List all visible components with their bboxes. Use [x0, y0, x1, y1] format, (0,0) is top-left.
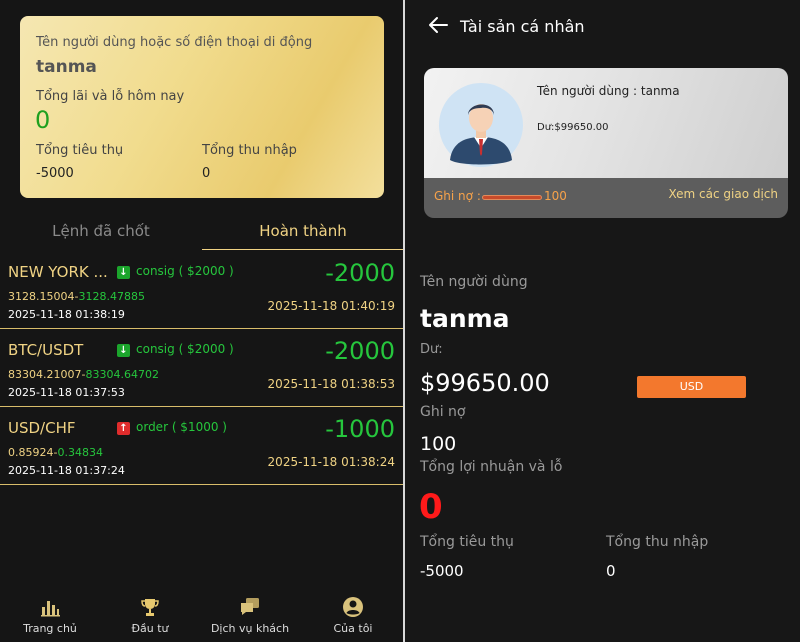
user-icon — [343, 597, 363, 617]
order-type: order ( $1000 ) — [136, 420, 227, 434]
summary-pnl-label: Tổng lãi và lỗ hôm nay — [36, 89, 185, 104]
nav-profile[interactable]: Của tôi — [303, 590, 403, 642]
page-title: Tài sản cá nhân — [460, 17, 585, 36]
order-close-time: 2025-11-18 01:38:24 — [267, 455, 395, 469]
order-close-price: 3128.47885 — [78, 290, 145, 303]
order-tabs: Lệnh đã chốt Hoàn thành — [0, 214, 404, 251]
arrow-down-icon: ↓ — [117, 266, 130, 279]
nav-home-label: Trang chủ — [23, 622, 77, 635]
order-prices: 83304.21007-83304.64702 — [8, 368, 159, 381]
total-pnl-value: 0 — [419, 487, 443, 527]
order-pnl: -1000 — [325, 415, 395, 443]
nav-home[interactable]: Trang chủ — [0, 590, 100, 642]
card-debt-label: Ghi nợ : — [434, 189, 481, 203]
order-open-time: 2025-11-18 01:37:24 — [8, 464, 125, 477]
order-close-time: 2025-11-18 01:38:53 — [267, 377, 395, 391]
total-pnl-label: Tổng lợi nhuận và lỗ — [420, 459, 563, 475]
debt-value: 100 — [420, 433, 457, 455]
nav-profile-label: Của tôi — [333, 622, 373, 635]
tab-closed-orders[interactable]: Lệnh đã chốt — [0, 214, 202, 250]
card-username: Tên người dùng : tanma — [537, 84, 680, 98]
order-open-price: 83304.21007 — [8, 368, 82, 381]
right-panel: Tài sản cá nhân Tên người dùng : tanma D… — [405, 0, 800, 642]
order-row[interactable]: NEW YORK ... ↓ consig ( $2000 ) -2000 31… — [0, 251, 403, 329]
view-transactions-link[interactable]: Xem các giao dịch — [668, 187, 778, 201]
summary-card: Tên người dùng hoặc số điện thoại di độn… — [20, 16, 384, 198]
profile-card-top: Tên người dùng : tanma Dư:$99650.00 — [424, 68, 788, 178]
tab-completed[interactable]: Hoàn thành — [202, 214, 404, 250]
summary-pnl-value: 0 — [35, 106, 51, 134]
order-close-time: 2025-11-18 01:40:19 — [267, 299, 395, 313]
order-pnl: -2000 — [325, 337, 395, 365]
summary-user-label: Tên người dùng hoặc số điện thoại di độn… — [36, 35, 313, 50]
bottom-nav: Trang chủ Đầu tư Dịch vụ khách Của tôi — [0, 590, 403, 642]
left-panel: Tên người dùng hoặc số điện thoại di độn… — [0, 0, 404, 642]
order-type: consig ( $2000 ) — [136, 342, 234, 356]
debt-progress-bar — [482, 195, 542, 200]
order-list: NEW YORK ... ↓ consig ( $2000 ) -2000 31… — [0, 251, 403, 485]
order-symbol: NEW YORK ... — [8, 263, 108, 281]
bar-chart-icon — [41, 601, 60, 617]
nav-customer-service[interactable]: Dịch vụ khách — [200, 590, 300, 642]
order-row[interactable]: USD/CHF ↑ order ( $1000 ) -1000 0.85924-… — [0, 407, 403, 485]
order-open-price: 3128.15004 — [8, 290, 75, 303]
order-prices: 3128.15004-3128.47885 — [8, 290, 145, 303]
summary-income-value: 0 — [202, 166, 211, 181]
order-open-time: 2025-11-18 01:37:53 — [8, 386, 125, 399]
order-symbol: BTC/USDT — [8, 341, 84, 359]
username-value: tanma — [420, 304, 510, 333]
summary-user-value: tanma — [36, 57, 97, 77]
card-debt-value: 100 — [544, 189, 567, 203]
order-open-time: 2025-11-18 01:38:19 — [8, 308, 125, 321]
summary-income-label: Tổng thu nhập — [202, 143, 297, 158]
income-label: Tổng thu nhập — [606, 534, 709, 550]
income-value: 0 — [606, 562, 616, 580]
username-label: Tên người dùng — [420, 274, 528, 290]
arrow-up-icon: ↑ — [117, 422, 130, 435]
balance-value: $99650.00 — [420, 369, 550, 397]
order-pnl: -2000 — [325, 259, 395, 287]
nav-invest-label: Đầu tư — [131, 622, 169, 635]
consumption-value: -5000 — [420, 562, 464, 580]
currency-button[interactable]: USD — [637, 376, 746, 398]
order-close-price: 83304.64702 — [85, 368, 159, 381]
profile-card: Tên người dùng : tanma Dư:$99650.00 Ghi … — [424, 68, 788, 218]
order-row[interactable]: BTC/USDT ↓ consig ( $2000 ) -2000 83304.… — [0, 329, 403, 407]
order-type: consig ( $2000 ) — [136, 264, 234, 278]
debt-label: Ghi nợ — [420, 404, 466, 420]
arrow-down-icon: ↓ — [117, 344, 130, 357]
profile-card-bottom: Ghi nợ : 100 Xem các giao dịch — [424, 178, 788, 218]
summary-consumption-value: -5000 — [36, 166, 74, 181]
order-open-price: 0.85924 — [8, 446, 54, 459]
chat-icon — [241, 598, 259, 615]
consumption-label: Tổng tiêu thụ — [420, 534, 514, 550]
trophy-icon — [141, 599, 159, 616]
nav-customer-service-label: Dịch vụ khách — [210, 622, 290, 635]
order-close-price: 0.34834 — [57, 446, 103, 459]
back-arrow-icon[interactable] — [426, 14, 450, 36]
order-prices: 0.85924-0.34834 — [8, 446, 103, 459]
balance-label: Dư: — [420, 342, 443, 357]
card-balance: Dư:$99650.00 — [537, 122, 609, 133]
summary-consumption-label: Tổng tiêu thụ — [36, 143, 124, 158]
nav-invest[interactable]: Đầu tư — [100, 590, 200, 642]
order-symbol: USD/CHF — [8, 419, 76, 437]
avatar — [439, 83, 523, 167]
